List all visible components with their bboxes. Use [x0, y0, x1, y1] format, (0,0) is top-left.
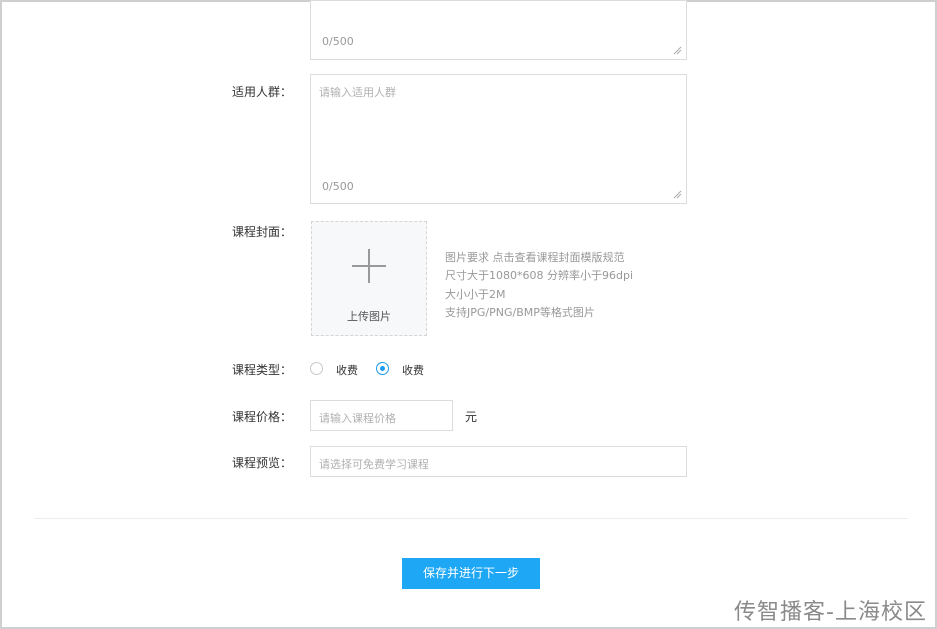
audience-placeholder: 请输入适用人群 — [319, 86, 396, 99]
char-counter: 0/500 — [322, 180, 354, 193]
preview-select[interactable]: 请选择可免费学习课程 — [310, 446, 687, 477]
audience-label: 适用人群： — [231, 85, 292, 99]
audience-textarea[interactable]: 请输入适用人群 0/500 — [310, 74, 687, 204]
preview-placeholder: 请选择可免费学习课程 — [319, 458, 429, 471]
cover-requirement-line: 支持JPG/PNG/BMP等格式图片 — [445, 306, 595, 319]
page-frame: 0/500 适用人群： 请输入适用人群 0/500 课程封面： 上传图片 图片要… — [0, 0, 937, 629]
cover-requirement-line: 大小小于2M — [445, 288, 506, 301]
char-counter: 0/500 — [322, 35, 354, 48]
price-placeholder: 请输入课程价格 — [319, 412, 396, 425]
plus-icon — [352, 249, 386, 283]
cover-label: 课程封面： — [231, 225, 292, 239]
upload-image-button[interactable]: 上传图片 — [311, 221, 427, 336]
course-type-option-label[interactable]: 收费 — [336, 362, 358, 378]
previous-textarea[interactable]: 0/500 — [310, 0, 687, 60]
upload-image-label: 上传图片 — [347, 310, 391, 323]
course-type-radio-1[interactable] — [310, 362, 323, 375]
course-type-label: 课程类型： — [231, 363, 292, 377]
price-unit: 元 — [465, 410, 478, 424]
cover-requirement-line: 尺寸大于1080*608 分辨率小于96dpi — [445, 269, 634, 282]
resize-grip-icon[interactable] — [673, 190, 682, 199]
course-type-option-label[interactable]: 收费 — [402, 362, 424, 378]
price-label: 课程价格： — [231, 410, 292, 424]
watermark: 传智播客-上海校区 — [734, 600, 927, 625]
resize-grip-icon[interactable] — [673, 46, 682, 55]
cover-requirement-line[interactable]: 图片要求 点击查看课程封面模版规范 — [445, 249, 625, 265]
price-input[interactable]: 请输入课程价格 — [310, 400, 453, 431]
preview-label: 课程预览： — [231, 456, 292, 470]
divider — [34, 518, 908, 519]
course-type-radio-2[interactable] — [376, 362, 389, 375]
save-next-button[interactable]: 保存并进行下一步 — [402, 558, 540, 589]
